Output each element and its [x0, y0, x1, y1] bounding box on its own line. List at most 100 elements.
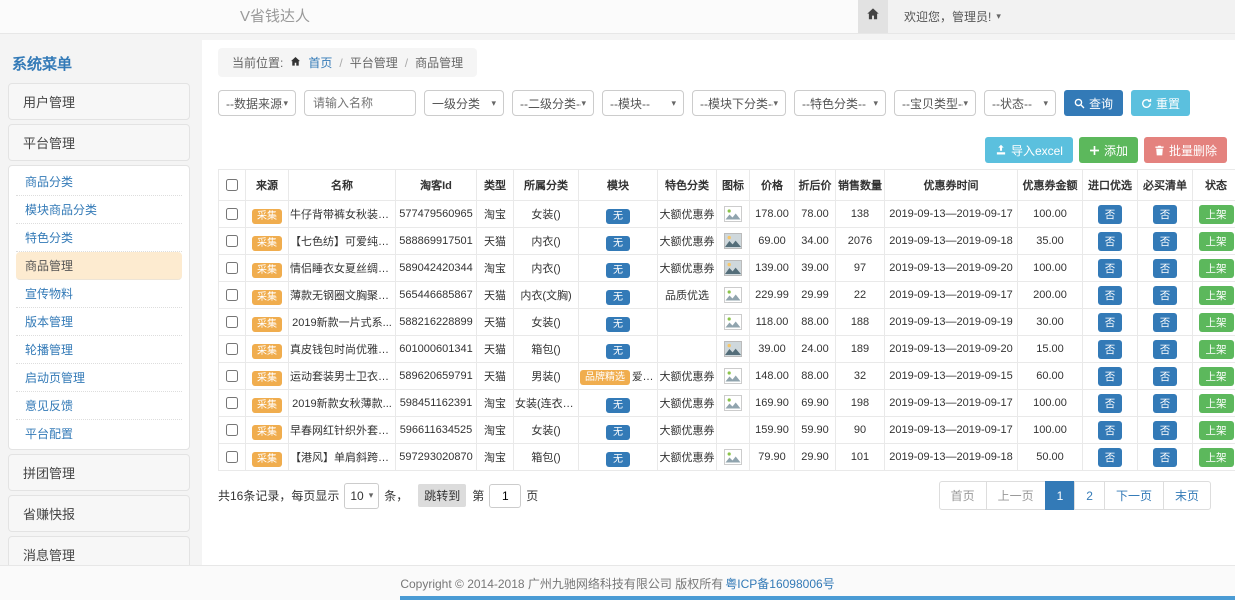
- filter-select[interactable]: --数据来源--▾: [218, 90, 296, 116]
- page-button[interactable]: 1: [1045, 481, 1076, 510]
- status-button[interactable]: 上架: [1199, 313, 1234, 332]
- table-header-cell: 模块: [579, 170, 658, 201]
- table-cell-feature: 大额优惠券: [658, 255, 717, 282]
- row-checkbox[interactable]: [226, 235, 238, 247]
- status-button[interactable]: 上架: [1199, 367, 1234, 386]
- sidebar-subitem[interactable]: 轮播管理: [16, 336, 182, 364]
- import-select-toggle[interactable]: 否: [1098, 313, 1123, 332]
- product-name: 牛仔背带裤女秋装减龄...: [289, 201, 396, 228]
- row-checkbox[interactable]: [226, 289, 238, 301]
- table-cell-time: 2019-09-13—2019-09-17: [885, 390, 1018, 417]
- sidebar-subitem[interactable]: 特色分类: [16, 224, 182, 252]
- import-select-toggle[interactable]: 否: [1098, 259, 1123, 278]
- jump-button[interactable]: 跳转到: [418, 484, 466, 507]
- filter-select[interactable]: --状态--▾: [984, 90, 1056, 116]
- import-select-toggle[interactable]: 否: [1098, 421, 1123, 440]
- search-button[interactable]: 查询: [1064, 90, 1123, 116]
- user-menu[interactable]: 欢迎您，管理员! ▾: [904, 8, 1001, 25]
- import-select-toggle[interactable]: 否: [1098, 340, 1123, 359]
- add-button[interactable]: 添加: [1079, 137, 1138, 163]
- home-button[interactable]: [858, 0, 888, 33]
- page-button[interactable]: 首页: [939, 481, 987, 510]
- page-button[interactable]: 2: [1074, 481, 1105, 510]
- sidebar-subitem[interactable]: 宣传物料: [16, 280, 182, 308]
- status-button[interactable]: 上架: [1199, 421, 1234, 440]
- table-cell-time: 2019-09-13—2019-09-19: [885, 309, 1018, 336]
- status-button[interactable]: 上架: [1199, 394, 1234, 413]
- sidebar-item[interactable]: 消息管理: [8, 536, 190, 565]
- import-excel-button[interactable]: 导入excel: [985, 137, 1073, 163]
- page-number-input[interactable]: [489, 484, 521, 508]
- sidebar-item[interactable]: 平台管理: [8, 124, 190, 161]
- row-checkbox[interactable]: [226, 370, 238, 382]
- status-button[interactable]: 上架: [1199, 286, 1234, 305]
- select-all-checkbox[interactable]: [226, 179, 238, 191]
- import-select-toggle[interactable]: 否: [1098, 448, 1123, 467]
- must-buy-toggle[interactable]: 否: [1153, 259, 1178, 278]
- must-buy-toggle[interactable]: 否: [1153, 448, 1178, 467]
- sidebar-item[interactable]: 省赚快报: [8, 495, 190, 532]
- module-none-badge: 无: [606, 452, 630, 467]
- sidebar-subitem[interactable]: 商品分类: [16, 168, 182, 196]
- row-checkbox[interactable]: [226, 316, 238, 328]
- caret-down-icon: ▾: [996, 11, 1001, 22]
- table-row: 采集情侣睡衣女夏丝绸男士...589042420344淘宝内衣()无大额优惠券1…: [219, 255, 1235, 282]
- import-select-toggle[interactable]: 否: [1098, 232, 1123, 251]
- page-button[interactable]: 上一页: [986, 481, 1046, 510]
- source-badge: 采集: [252, 317, 282, 332]
- sidebar-subitem[interactable]: 意见反馈: [16, 392, 182, 420]
- status-button[interactable]: 上架: [1199, 448, 1234, 467]
- row-checkbox[interactable]: [226, 208, 238, 220]
- icp-link[interactable]: 粤ICP备16098006号: [725, 575, 834, 592]
- per-page-select[interactable]: 10 ▾: [344, 483, 379, 509]
- import-select-toggle[interactable]: 否: [1098, 286, 1123, 305]
- must-buy-toggle[interactable]: 否: [1153, 340, 1178, 359]
- sidebar-item[interactable]: 拼团管理: [8, 454, 190, 491]
- product-name: 2019新款一片式系...: [289, 309, 396, 336]
- must-buy-toggle[interactable]: 否: [1153, 367, 1178, 386]
- page-button[interactable]: 下一页: [1104, 481, 1164, 510]
- must-buy-toggle[interactable]: 否: [1153, 286, 1178, 305]
- batch-delete-button[interactable]: 批量删除: [1144, 137, 1227, 163]
- import-select-toggle[interactable]: 否: [1098, 367, 1123, 386]
- filter-select[interactable]: --模块--▾: [602, 90, 684, 116]
- row-checkbox[interactable]: [226, 397, 238, 409]
- filter-name-input[interactable]: [304, 90, 416, 116]
- status-button[interactable]: 上架: [1199, 205, 1234, 224]
- must-buy-toggle[interactable]: 否: [1153, 232, 1178, 251]
- sidebar-subitem[interactable]: 平台配置: [16, 420, 182, 447]
- row-checkbox[interactable]: [226, 262, 238, 274]
- horizontal-scrollbar-thumb[interactable]: [400, 596, 1235, 600]
- sidebar-subitem[interactable]: 启动页管理: [16, 364, 182, 392]
- filter-select[interactable]: --模块下分类--▾: [692, 90, 786, 116]
- must-buy-toggle[interactable]: 否: [1153, 205, 1178, 224]
- filter-select[interactable]: --二级分类--▾: [512, 90, 594, 116]
- status-button[interactable]: 上架: [1199, 232, 1234, 251]
- status-button[interactable]: 上架: [1199, 340, 1234, 359]
- sidebar-subitem[interactable]: 版本管理: [16, 308, 182, 336]
- status-button[interactable]: 上架: [1199, 259, 1234, 278]
- table-cell-must: 否: [1138, 444, 1193, 471]
- row-checkbox[interactable]: [226, 451, 238, 463]
- filter-select[interactable]: 一级分类▾: [424, 90, 504, 116]
- filter-select[interactable]: --宝贝类型--▾: [894, 90, 976, 116]
- must-buy-toggle[interactable]: 否: [1153, 421, 1178, 440]
- row-checkbox[interactable]: [226, 424, 238, 436]
- page-button[interactable]: 末页: [1163, 481, 1211, 510]
- row-checkbox[interactable]: [226, 343, 238, 355]
- import-select-toggle[interactable]: 否: [1098, 205, 1123, 224]
- import-select-toggle[interactable]: 否: [1098, 394, 1123, 413]
- table-cell-price: 159.90: [750, 417, 795, 444]
- sidebar-subitem[interactable]: 模块商品分类: [16, 196, 182, 224]
- table-cell-imp: 否: [1083, 417, 1138, 444]
- table-cell-sales: 90: [836, 417, 885, 444]
- must-buy-toggle[interactable]: 否: [1153, 313, 1178, 332]
- breadcrumb-home-link[interactable]: 首页: [308, 54, 332, 71]
- table-cell-feature: 大额优惠券: [658, 228, 717, 255]
- sidebar-item[interactable]: 用户管理: [8, 83, 190, 120]
- must-buy-toggle[interactable]: 否: [1153, 394, 1178, 413]
- table-cell-check: [219, 417, 246, 444]
- sidebar-subitem[interactable]: 商品管理: [16, 252, 182, 280]
- reset-button[interactable]: 重置: [1131, 90, 1190, 116]
- filter-select[interactable]: --特色分类--▾: [794, 90, 886, 116]
